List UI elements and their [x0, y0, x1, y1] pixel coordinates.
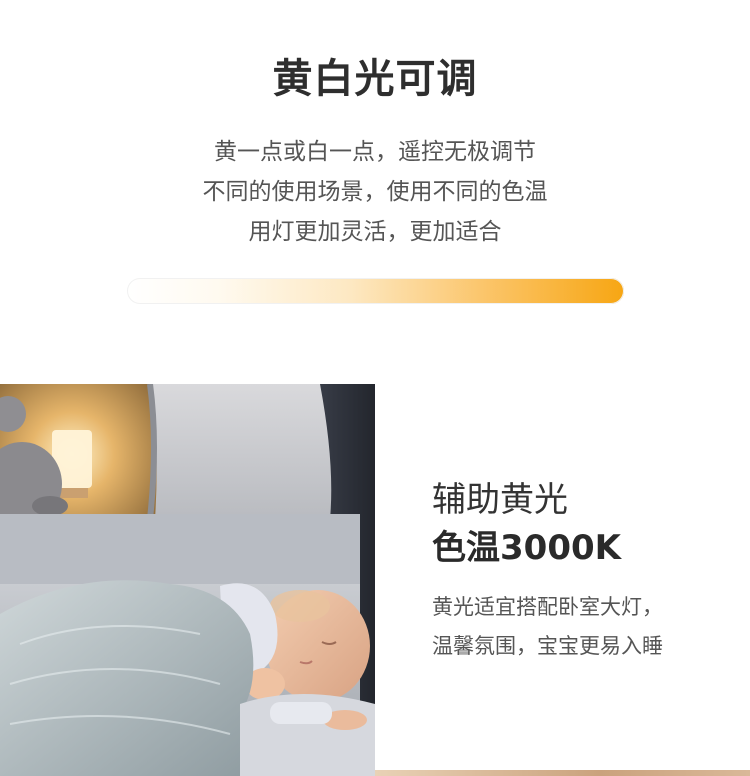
next-photo-edge [375, 770, 750, 776]
color-temperature-gradient-bar [127, 278, 624, 304]
feature-description-line: 温馨氛围，宝宝更易入睡 [432, 634, 663, 658]
feature-title: 辅助黄光 [432, 480, 568, 520]
description-line: 不同的使用场景，使用不同的色温 [202, 179, 548, 205]
section-title: 黄白光可调 [272, 56, 478, 102]
section-description: 黄一点或白一点，遥控无极调节 不同的使用场景，使用不同的色温 用灯更加灵活，更加… [0, 132, 750, 252]
feature-color-temperature: 色温3000K [432, 528, 621, 568]
description-line: 用灯更加灵活，更加适合 [248, 219, 502, 245]
feature-description-line: 黄光适宜搭配卧室大灯， [432, 595, 663, 619]
feature-description: 黄光适宜搭配卧室大灯， 温馨氛围，宝宝更易入睡 [432, 588, 663, 666]
sleeping-baby-photo [0, 384, 375, 776]
description-line: 黄一点或白一点，遥控无极调节 [214, 139, 536, 165]
